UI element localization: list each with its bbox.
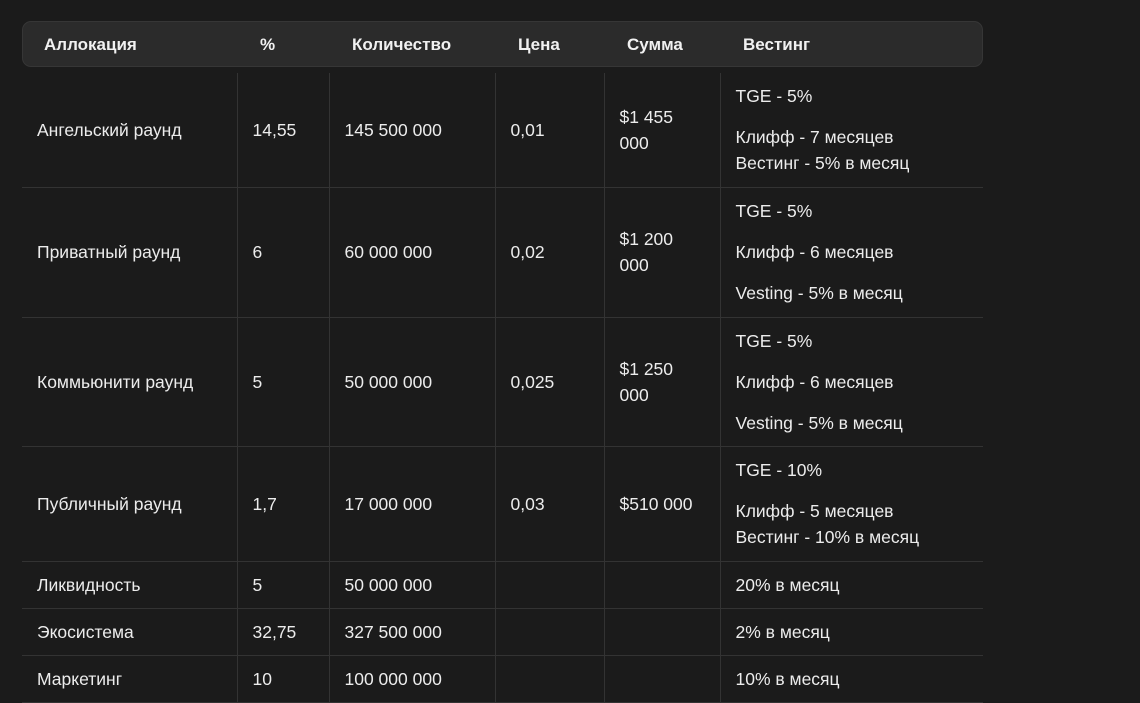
cell-sum: $1 455 000 bbox=[604, 73, 721, 188]
allocation-table: Ангельский раунд 14,55 145 500 000 0,01 … bbox=[22, 73, 983, 703]
cell-vesting: 10% в месяц bbox=[720, 655, 983, 703]
cell-quantity: 17 000 000 bbox=[329, 446, 496, 562]
cell-quantity: 60 000 000 bbox=[329, 187, 496, 318]
cell-vesting: TGE - 5% Клифф - 6 месяцев Vesting - 5% … bbox=[720, 187, 983, 318]
vesting-line: Клифф - 6 месяцев bbox=[735, 371, 894, 392]
cell-sum bbox=[604, 561, 721, 609]
cell-allocation: Коммьюнити раунд bbox=[22, 317, 238, 447]
cell-vesting: TGE - 10% Клифф - 5 месяцев Вестинг - 10… bbox=[720, 446, 983, 562]
header-vesting: Вестинг bbox=[743, 35, 811, 54]
cell-percent: 10 bbox=[237, 655, 330, 703]
header-quantity: Количество bbox=[352, 35, 452, 54]
vesting-line: TGE - 10% bbox=[735, 460, 823, 480]
cell-percent: 32,75 bbox=[237, 608, 330, 656]
cell-sum: $1 250 000 bbox=[604, 317, 721, 447]
table-row: Коммьюнити раунд 5 50 000 000 0,025 $1 2… bbox=[22, 317, 983, 447]
table-header: Аллокация % Количество Цена Сумма Вестин… bbox=[22, 21, 983, 67]
vesting-line: Vesting - 5% в месяц bbox=[735, 283, 903, 303]
header-sum: Сумма bbox=[627, 35, 683, 54]
cell-percent: 1,7 bbox=[237, 446, 330, 562]
cell-sum bbox=[604, 608, 721, 656]
cell-quantity: 100 000 000 bbox=[329, 655, 496, 703]
cell-price: 0,02 bbox=[495, 187, 605, 318]
cell-price: 0,01 bbox=[495, 73, 605, 188]
cell-quantity: 50 000 000 bbox=[329, 317, 496, 447]
cell-price bbox=[495, 561, 605, 609]
allocation-table-container: Аллокация % Количество Цена Сумма Вестин… bbox=[22, 21, 983, 703]
cell-allocation: Экосистема bbox=[22, 608, 238, 656]
table-row: Публичный раунд 1,7 17 000 000 0,03 $510… bbox=[22, 446, 983, 562]
vesting-line: Клифф - 5 месяцев bbox=[735, 501, 894, 521]
cell-vesting: 2% в месяц bbox=[720, 608, 983, 656]
header-price: Цена bbox=[518, 35, 560, 54]
header-percent: % bbox=[260, 35, 276, 54]
cell-allocation: Маркетинг bbox=[22, 655, 238, 703]
cell-price: 0,03 bbox=[495, 446, 605, 562]
vesting-line: Vesting - 5% в месяц bbox=[735, 412, 903, 433]
cell-percent: 14,55 bbox=[237, 73, 330, 188]
vesting-line: TGE - 5% bbox=[735, 330, 813, 351]
table-row: Приватный раунд 6 60 000 000 0,02 $1 200… bbox=[22, 187, 983, 318]
table-row: Ликвидность 5 50 000 000 20% в месяц bbox=[22, 561, 983, 609]
table-row: Экосистема 32,75 327 500 000 2% в месяц bbox=[22, 608, 983, 656]
table-row: Маркетинг 10 100 000 000 10% в месяц bbox=[22, 655, 983, 703]
cell-vesting: 20% в месяц bbox=[720, 561, 983, 609]
cell-sum bbox=[604, 655, 721, 703]
cell-allocation: Ангельский раунд bbox=[22, 73, 238, 188]
cell-sum: $1 200 000 bbox=[604, 187, 721, 318]
cell-price bbox=[495, 608, 605, 656]
cell-price: 0,025 bbox=[495, 317, 605, 447]
vesting-line: Вестинг - 5% в месяц bbox=[735, 153, 910, 174]
cell-quantity: 327 500 000 bbox=[329, 608, 496, 656]
cell-quantity: 145 500 000 bbox=[329, 73, 496, 188]
cell-quantity: 50 000 000 bbox=[329, 561, 496, 609]
cell-percent: 5 bbox=[237, 317, 330, 447]
vesting-line: TGE - 5% bbox=[735, 201, 813, 221]
cell-percent: 5 bbox=[237, 561, 330, 609]
cell-allocation: Публичный раунд bbox=[22, 446, 238, 562]
cell-vesting: TGE - 5% Клифф - 7 месяцев Вестинг - 5% … bbox=[720, 73, 983, 188]
cell-percent: 6 bbox=[237, 187, 330, 318]
cell-sum: $510 000 bbox=[604, 446, 721, 562]
vesting-line: Клифф - 7 месяцев bbox=[735, 127, 894, 148]
vesting-line: TGE - 5% bbox=[735, 86, 813, 107]
vesting-line: Вестинг - 10% в месяц bbox=[735, 527, 920, 547]
cell-price bbox=[495, 655, 605, 703]
cell-allocation: Ликвидность bbox=[22, 561, 238, 609]
cell-vesting: TGE - 5% Клифф - 6 месяцев Vesting - 5% … bbox=[720, 317, 983, 447]
vesting-line: Клифф - 6 месяцев bbox=[735, 242, 894, 262]
cell-allocation: Приватный раунд bbox=[22, 187, 238, 318]
header-allocation: Аллокация bbox=[44, 35, 137, 54]
table-row: Ангельский раунд 14,55 145 500 000 0,01 … bbox=[22, 73, 983, 188]
